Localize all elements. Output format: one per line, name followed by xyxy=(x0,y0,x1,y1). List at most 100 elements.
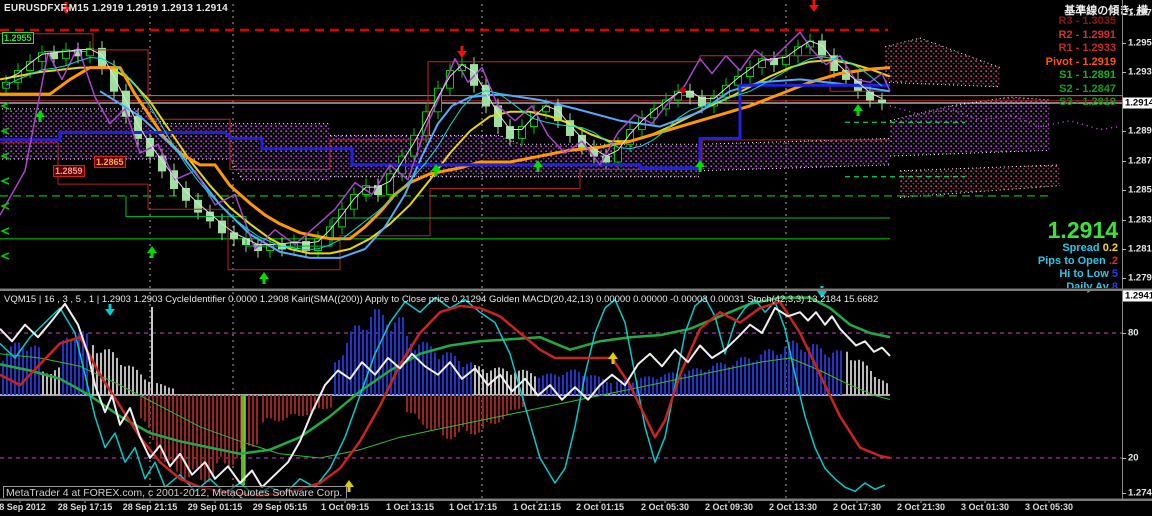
kairi-histogram-bar xyxy=(62,340,64,395)
kairi-histogram-bar xyxy=(846,352,848,395)
kairi-histogram-bar xyxy=(164,395,166,462)
histogram-spike xyxy=(151,307,153,395)
kairi-histogram-bar xyxy=(334,362,336,395)
kairi-histogram-bar xyxy=(446,352,448,395)
kairi-histogram-bar xyxy=(298,395,300,416)
kairi-histogram-bar xyxy=(668,373,670,395)
arrow-stem xyxy=(857,111,860,116)
kairi-histogram-bar xyxy=(454,356,456,395)
tick-mark xyxy=(1122,493,1126,494)
time-label: 1 Oct 09:15 xyxy=(321,502,369,512)
kairi-histogram-bar xyxy=(172,389,174,396)
arrow-stem xyxy=(263,279,266,284)
kairi-histogram-bar xyxy=(660,377,662,395)
kairi-histogram-bar xyxy=(326,395,328,409)
kairi-histogram-bar xyxy=(266,395,268,418)
kairi-histogram-bar xyxy=(712,366,714,395)
time-label: 29 Sep 05:15 xyxy=(253,502,308,512)
kairi-histogram-bar xyxy=(558,377,560,395)
ichimoku-cloud xyxy=(330,135,700,176)
pivot-row-s1: S1 - 1.2891 xyxy=(1046,69,1116,83)
price-tick: 80 xyxy=(1128,328,1139,339)
kairi-histogram-bar xyxy=(878,379,880,395)
kairi-histogram-bar xyxy=(490,395,492,423)
kairi-histogram-bar xyxy=(882,381,884,396)
kairi-histogram-bar xyxy=(458,395,460,432)
left-edge-marker-icon xyxy=(2,178,9,184)
left-edge-marker-icon xyxy=(2,103,9,109)
signal-dot xyxy=(680,87,686,93)
chart-price-label: 1.2865 xyxy=(94,156,126,168)
kairi-histogram-bar xyxy=(172,395,174,461)
pivot-row-s3: S3 - 1.2819 xyxy=(1046,96,1116,110)
kairi-histogram-bar xyxy=(494,395,496,424)
kairi-histogram-bar xyxy=(414,395,416,414)
chart-price-label: 1.2955 xyxy=(2,32,34,44)
arrow-stem xyxy=(461,46,464,51)
kairi-histogram-bar xyxy=(450,395,452,439)
kairi-histogram-bar xyxy=(164,386,166,395)
kairi-histogram-bar xyxy=(840,351,842,395)
kairi-histogram-bar xyxy=(744,357,746,395)
left-edge-marker-icon xyxy=(2,228,9,234)
tick-mark xyxy=(1122,278,1126,279)
time-label: 1 Oct 17:15 xyxy=(449,502,497,512)
kairi-histogram-bar xyxy=(760,355,762,396)
kairi-histogram-bar xyxy=(470,395,472,434)
kairi-histogram-bar xyxy=(482,369,484,395)
kairi-histogram-bar xyxy=(378,309,380,395)
stoch-red-signal-series xyxy=(0,302,890,496)
kairi-histogram-bar xyxy=(434,395,436,429)
info-row-pips-to-open: Pips to Open .2 xyxy=(1038,255,1118,268)
kairi-histogram-bar xyxy=(188,395,190,478)
kairi-histogram-bar xyxy=(58,367,60,395)
kairi-histogram-bar xyxy=(54,370,56,395)
kairi-histogram-bar xyxy=(286,395,288,418)
buy-arrow-icon xyxy=(147,246,157,253)
arrow-stem xyxy=(435,171,438,176)
kairi-histogram-bar xyxy=(506,395,508,415)
panel-divider[interactable] xyxy=(0,288,1152,291)
kairi-histogram-bar xyxy=(346,343,348,395)
kairi-histogram-bar xyxy=(466,364,468,395)
current-price-tag: 1.2914 xyxy=(1123,98,1152,109)
histogram-spike xyxy=(245,395,246,481)
kairi-histogram-bar xyxy=(160,384,162,395)
main-chart[interactable] xyxy=(0,0,1152,516)
indicator-panel[interactable] xyxy=(0,286,1122,503)
candle-body xyxy=(519,127,526,139)
time-label: 2 Oct 17:30 xyxy=(833,502,881,512)
tick-mark xyxy=(1122,458,1126,459)
kairi-histogram-bar xyxy=(546,374,548,395)
candle-body xyxy=(507,127,514,139)
kairi-histogram-bar xyxy=(482,395,484,429)
kairi-histogram-bar xyxy=(310,395,312,413)
kairi-histogram-bar xyxy=(498,395,500,423)
kairi-histogram-bar xyxy=(566,372,568,395)
price-tick: 1.2795 xyxy=(1128,273,1152,284)
kairi-histogram-bar xyxy=(438,359,440,395)
kairi-histogram-bar xyxy=(418,345,420,395)
kairi-histogram-bar xyxy=(256,395,258,445)
kairi-histogram-bar xyxy=(294,395,296,414)
info-row-hi-to-low: Hi to Low 5 xyxy=(1038,268,1118,281)
kairi-histogram-bar xyxy=(574,370,576,396)
kairi-histogram-bar xyxy=(262,395,264,422)
kairi-histogram-bar xyxy=(692,369,694,395)
kairi-histogram-bar xyxy=(562,375,564,395)
candle-body xyxy=(51,53,58,59)
kairi-histogram-bar xyxy=(26,351,28,395)
kairi-histogram-bar xyxy=(168,395,170,461)
price-tick: 1.2875 xyxy=(1128,156,1152,167)
kairi-histogram-bar xyxy=(228,395,230,467)
kairi-histogram-bar xyxy=(350,332,352,396)
kairi-histogram-bar xyxy=(704,372,706,395)
kairi-histogram-bar xyxy=(156,383,158,395)
sell-arrow-icon xyxy=(809,5,819,12)
kairi-histogram-bar xyxy=(382,315,384,395)
kairi-histogram-bar xyxy=(454,395,456,437)
kairi-histogram-bar xyxy=(330,395,332,408)
arrow-stem xyxy=(151,253,154,258)
kairi-histogram-bar xyxy=(418,395,420,419)
kairi-histogram-bar xyxy=(104,350,106,396)
